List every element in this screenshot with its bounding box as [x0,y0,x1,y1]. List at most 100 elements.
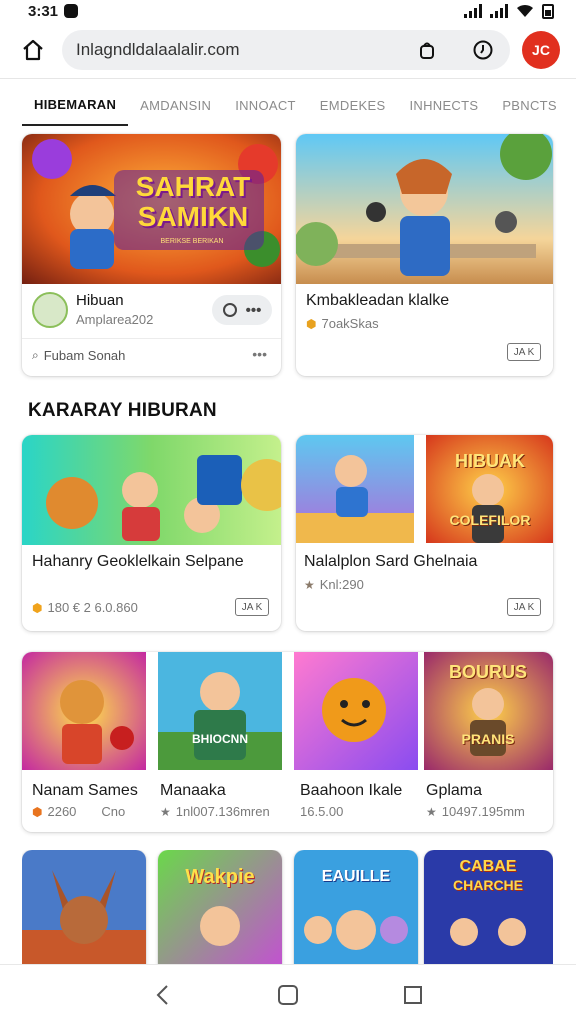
coin-icon: ⬢ [32,600,43,615]
card-divider [22,338,281,339]
game-thumbnail-4[interactable] [158,652,282,770]
featured-banner-title: SAHRAT SAMIKN [118,172,268,232]
footer-text: Fubam Sonah [43,348,126,363]
search-icon: ⌕ [32,348,39,362]
game-row-3: Wakpie EAUILLE CABAE CHARCHE [22,850,553,964]
tab-hibemaran[interactable]: HIBEMARAN [22,84,129,126]
channel-handle: Amplarea202 [76,312,154,327]
meta-text: 10497.195mm [441,804,525,819]
small-banner-line-1: HIBUAK [455,451,525,471]
meta-text: 180 € 2 6.0.860 [47,600,138,615]
clock-icon[interactable] [222,303,237,317]
banner-line-1: SAHRAT [135,171,251,202]
game-thumbnail-7[interactable] [22,850,146,964]
banner-bourus: BOURUS PRANIS [428,662,548,747]
featured-card-1[interactable]: SAHRAT SAMIKN BERIKSE BERIKAN Hibuan Amp… [22,134,281,376]
status-time: 3:31 [28,2,59,20]
star-icon: ★ [304,577,315,592]
game-meta-1: ⬢ 180 € 2 6.0.860 [32,600,138,615]
channel-name: Hibuan [76,292,124,309]
chevron-left-icon [156,984,168,1005]
recents-button[interactable] [393,975,433,1015]
meta-text: 1nl007.136mren [175,804,270,819]
game-meta-6: ★ 10497.195mm [426,804,525,819]
banner-cabae: CABAE CHARCHE [428,858,548,894]
tab-inhnects[interactable]: INHNECTS [397,84,490,126]
banner-bourus-bottom: PRANIS [461,731,515,747]
home-button[interactable] [16,33,50,67]
channel-actions[interactable]: ••• [212,295,272,325]
featured-title-2: Kmbakleadan klalke [306,292,450,309]
wifi-icon [517,4,533,17]
category-tabs: HIBEMARAN AMDANSIN INNOACT EMDEKES INHNE… [0,84,576,126]
profile-avatar[interactable]: JC [522,31,560,69]
game-title-5: Baahoon Ikale [300,782,403,799]
banner-wakpie: Wakpie [185,866,255,888]
toolbar-divider [0,78,576,79]
game-meta-2: ★ Knl:290 [304,577,364,592]
system-nav-bar [0,964,576,1024]
footer-more-icon[interactable]: ••• [252,346,267,362]
game-title-4: Manaaka [160,782,226,799]
status-bar: 3:31 [0,0,576,22]
small-banner-line-2: COLEFILOR [449,512,531,528]
battery-icon [542,3,554,19]
banner-cabae-top: CABAE [459,858,517,875]
game-meta-3: ⬢ 2260 Cno [32,804,125,819]
game-meta-5: 16.5.00 [300,804,343,819]
game-title-3: Nanam Sames [32,782,138,799]
game-thumbnail-5[interactable] [294,652,418,770]
tab-innoact[interactable]: INNOACT [223,84,308,126]
meta-extra: Cno [101,804,126,819]
banner-bhiocnn: BHIOCNN [192,732,248,746]
meta-text: Knl:290 [319,577,364,592]
badge-icon: JA K [235,598,269,616]
url-bar[interactable]: Inlagndldalaalalir.com [62,30,510,70]
featured-footer: ⌕ Fubam Sonah [32,348,125,363]
recents-icon [404,985,423,1004]
home-nav-button[interactable] [268,975,308,1015]
badge-icon: JA K [507,598,541,616]
star-icon: ★ [160,804,171,819]
signal-icon-2 [490,4,508,18]
meta-text: 7oakSkas [321,316,379,331]
game-thumbnail-1 [22,435,281,545]
coin-icon: ⬢ [32,804,43,819]
star-icon: ★ [426,804,437,819]
timer-icon[interactable] [470,37,496,63]
game-thumbnail-2 [296,435,414,543]
featured-meta-2: ⬢ 7oakSkas [306,316,379,331]
back-button[interactable] [143,975,183,1015]
tab-emdekes[interactable]: EMDEKES [308,84,398,126]
more-icon[interactable]: ••• [246,302,262,319]
game-card-2[interactable]: HIBUAK COLEFILOR Nalalplon Sard Ghelnaia… [296,435,553,631]
home-square-icon [277,984,298,1005]
section-title: KARARAY HIBURAN [28,400,217,421]
signal-icon [464,4,482,18]
channel-avatar [32,292,68,328]
meta-text: 2260 [47,804,77,819]
game-row-2: BHIOCNN BOURUS PRANIS Nanam Sames ⬢ 2260… [22,652,553,832]
notification-icon [64,4,79,18]
browser-toolbar: Inlagndldalaalalir.com JC [0,30,576,70]
tab-pbncts[interactable]: PBNCTS [490,84,569,126]
banner-line-2: SAMIKN [137,201,249,232]
game-meta-4: ★ 1nl007.136mren [160,804,270,819]
badge-icon: JA K [507,343,541,361]
game-title-6: Gplama [426,782,483,799]
shield-icon: ⬢ [306,316,317,331]
bag-icon[interactable] [414,37,440,63]
banner-eauille: EAUILLE [321,868,391,885]
meta-text: 16.5.00 [300,804,344,819]
home-icon [23,39,43,61]
banner-cabae-bottom: CHARCHE [453,877,523,893]
tab-amdansin[interactable]: AMDANSIN [128,84,223,126]
game-thumbnail-3[interactable] [22,652,146,770]
game-title-1: Hahanry Geoklelkain Selpane [32,553,244,570]
game-card-1[interactable]: Hahanry Geoklelkain Selpane ⬢ 180 € 2 6.… [22,435,281,631]
featured-thumbnail-2 [296,134,553,284]
game-title-2: Nalalplon Sard Ghelnaia [304,553,478,570]
banner-subtitle: BERIKSE BERIKAN [160,238,224,245]
featured-card-2[interactable]: Kmbakleadan klalke ⬢ 7oakSkas JA K [296,134,553,376]
url-text: Inlagndldalaalalir.com [76,40,240,59]
